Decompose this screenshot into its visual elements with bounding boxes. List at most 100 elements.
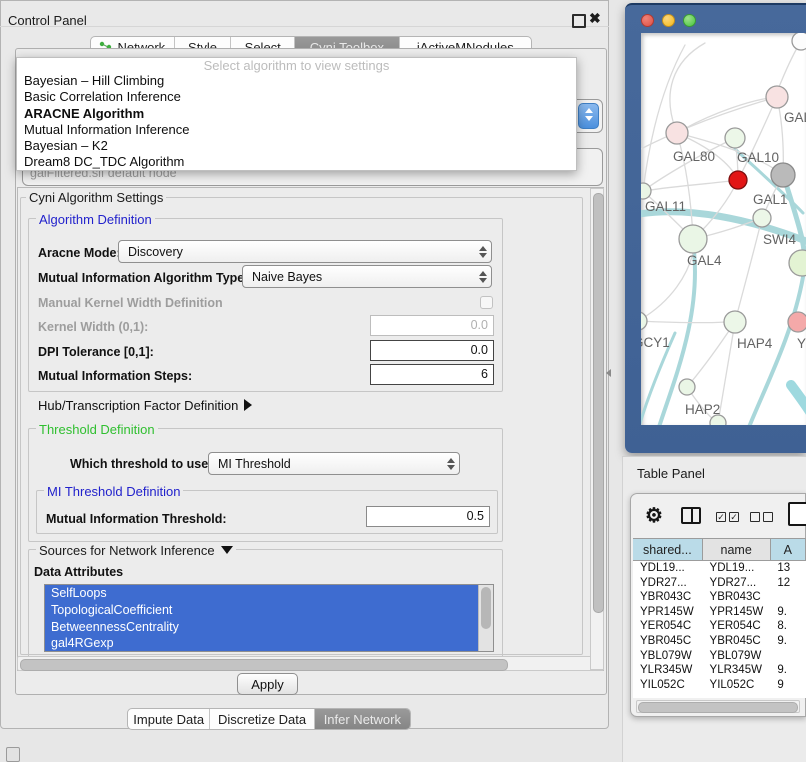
network-edge[interactable] <box>687 322 735 387</box>
dpi-tolerance-field[interactable]: 0.0 <box>370 340 494 361</box>
tab-discretize-data[interactable]: Discretize Data <box>210 709 314 729</box>
network-edge[interactable] <box>677 97 777 133</box>
network-node[interactable] <box>771 163 795 187</box>
network-edge[interactable] <box>641 97 777 153</box>
network-node-hap2[interactable] <box>679 379 695 395</box>
select-all-checkbox-icon[interactable]: ✓ <box>729 512 739 522</box>
vertical-scrollbar[interactable] <box>590 188 604 670</box>
table-cell: 13 <box>770 561 806 576</box>
data-attribute-item[interactable]: SelfLoops <box>45 585 478 602</box>
data-attributes-list: SelfLoopsTopologicalCoefficientBetweenne… <box>44 584 494 652</box>
algorithm-option[interactable]: Mutual Information Inference <box>17 122 576 138</box>
vertical-scrollbar-thumb[interactable] <box>593 193 604 613</box>
apply-button[interactable]: Apply <box>237 673 298 695</box>
columns-icon[interactable] <box>681 507 701 524</box>
which-threshold-value: MI Threshold <box>209 457 443 471</box>
data-attribute-item[interactable]: gal4RGexp <box>45 635 478 652</box>
column-header-name[interactable]: name <box>703 539 771 560</box>
network-node-y[interactable] <box>788 312 806 332</box>
control-panel-titlebar[interactable] <box>0 0 609 27</box>
list-scrollbar-thumb[interactable] <box>481 587 491 629</box>
window-grip-icon[interactable] <box>6 747 20 762</box>
network-node[interactable] <box>792 33 806 50</box>
table-cell: YBL079W <box>633 649 703 664</box>
select-all-checkbox-icon[interactable]: ✓ <box>716 512 726 522</box>
network-node-gal11[interactable] <box>641 183 651 199</box>
network-node-gal4[interactable] <box>679 225 707 253</box>
table-horizontal-scrollbar-thumb[interactable] <box>638 702 798 713</box>
network-edge[interactable] <box>670 43 705 133</box>
table-row[interactable]: YIL052CYIL052C9 <box>633 678 806 692</box>
sources-group-title[interactable]: Sources for Network Inference <box>36 543 236 558</box>
table-row[interactable]: YDR27...YDR27...12 <box>633 576 806 591</box>
node-label: SWI4 <box>763 232 796 247</box>
close-panel-icon[interactable]: ✖ <box>589 10 601 27</box>
combo-stepper-focused[interactable] <box>578 103 599 129</box>
kernel-width-field[interactable]: 0.0 <box>370 315 494 336</box>
close-window-icon[interactable] <box>641 14 654 27</box>
table-horizontal-scrollbar[interactable] <box>636 700 800 713</box>
algorithm-option[interactable]: Bayesian – Hill Climbing <box>17 73 576 89</box>
mi-steps-field[interactable]: 6 <box>370 364 494 385</box>
table-row[interactable]: YDL19...YDL19...13 <box>633 561 806 576</box>
table-header-row: shared...nameA <box>633 538 806 561</box>
network-edge[interactable] <box>735 218 762 322</box>
network-edge[interactable] <box>641 253 693 321</box>
splitter-collapse-icon[interactable] <box>606 369 611 377</box>
network-node-hap4[interactable] <box>724 311 746 333</box>
data-attribute-item[interactable]: BetweennessCentrality <box>45 619 478 636</box>
list-scrollbar[interactable] <box>478 585 493 651</box>
network-node-gal10[interactable] <box>725 128 745 148</box>
table-cell: 9. <box>770 605 806 620</box>
table-row[interactable]: YPR145WYPR145W9. <box>633 605 806 620</box>
mi-type-combo[interactable]: Naive Bayes <box>242 265 492 288</box>
network-node-gal1[interactable] <box>753 209 771 227</box>
hub-definition-expander[interactable]: Hub/Transcription Factor Definition <box>38 398 252 413</box>
manual-kernel-checkbox[interactable] <box>480 296 493 309</box>
network-node-gal80[interactable] <box>666 122 688 144</box>
table-row[interactable]: YBL079WYBL079W <box>633 649 806 664</box>
mi-threshold-field[interactable]: 0.5 <box>366 506 490 527</box>
network-node[interactable] <box>710 415 726 425</box>
algorithm-dropdown-popup: Select algorithm to view settings Bayesi… <box>16 57 577 171</box>
column-header-shared-[interactable]: shared... <box>633 539 703 560</box>
table-cell: YBR045C <box>633 634 703 649</box>
network-node-gal[interactable] <box>766 86 788 108</box>
horizontal-scrollbar[interactable] <box>17 656 604 671</box>
network-canvas[interactable]: GALGAL80GAL10GAL11GAL1SWI4GAL4GCY1HAP4YH… <box>641 33 806 425</box>
network-edge[interactable] <box>641 321 726 323</box>
threshold-definition-title: Threshold Definition <box>36 422 158 437</box>
table-row[interactable]: YLR345WYLR345W9. <box>633 663 806 678</box>
which-threshold-label: Which threshold to use: <box>70 457 212 471</box>
node-label: GAL11 <box>645 199 686 214</box>
deselect-all-checkbox-icon[interactable] <box>763 512 773 522</box>
horizontal-scrollbar-thumb[interactable] <box>20 659 508 671</box>
table-row[interactable]: YER054CYER054C8. <box>633 619 806 634</box>
algorithm-option[interactable]: Basic Correlation Inference <box>17 89 576 105</box>
gear-icon[interactable]: ⚙ <box>645 503 663 528</box>
algorithm-option[interactable]: Dream8 DC_TDC Algorithm <box>17 154 576 170</box>
network-edge[interactable] <box>791 385 806 425</box>
node-label: GAL10 <box>737 150 779 165</box>
tab-impute-data[interactable]: Impute Data <box>128 709 210 729</box>
algorithm-option[interactable]: ARACNE Algorithm <box>17 106 576 122</box>
network-node[interactable] <box>729 171 747 189</box>
float-panel-icon[interactable] <box>572 14 586 28</box>
algorithm-option[interactable]: Bayesian – K2 <box>17 138 576 154</box>
table-row[interactable]: YBR045CYBR045C9. <box>633 634 806 649</box>
network-edge[interactable] <box>749 277 803 425</box>
minimize-window-icon[interactable] <box>662 14 675 27</box>
aracne-mode-combo[interactable]: Discovery <box>118 240 492 263</box>
deselect-all-checkbox-icon[interactable] <box>750 512 760 522</box>
network-edge[interactable] <box>659 243 695 425</box>
column-header-a[interactable]: A <box>771 539 806 560</box>
network-edge[interactable] <box>718 322 735 423</box>
export-table-icon[interactable] <box>788 502 806 526</box>
which-threshold-combo[interactable]: MI Threshold <box>208 452 460 475</box>
tab-infer-network[interactable]: Infer Network <box>315 709 410 729</box>
zoom-window-icon[interactable] <box>683 14 696 27</box>
data-attribute-item[interactable]: TopologicalCoefficient <box>45 602 478 619</box>
network-node[interactable] <box>789 250 806 276</box>
network-node-gcy1[interactable] <box>641 312 647 330</box>
table-row[interactable]: YBR043CYBR043C <box>633 590 806 605</box>
